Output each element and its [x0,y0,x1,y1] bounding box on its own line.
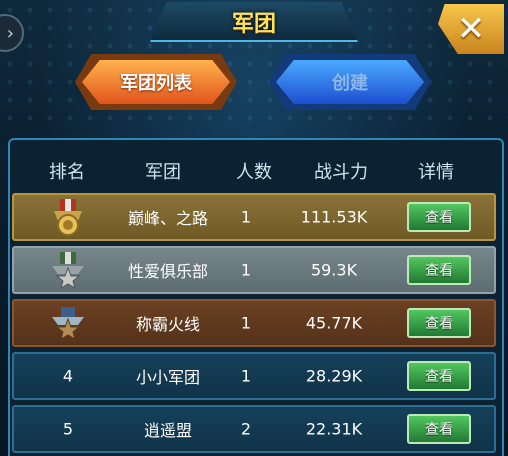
view-button[interactable]: 查看 [407,414,471,444]
page-title: 军团 [231,12,276,37]
view-button[interactable]: 查看 [407,202,471,232]
table-row: 巅峰、之路 1 111.53K 查看 [12,193,496,241]
view-button[interactable]: 查看 [407,361,471,391]
column-legion: 军团 [145,162,181,183]
view-button[interactable]: 查看 [407,308,471,338]
table-row: 5 逍遥盟 2 22.31K 查看 [12,405,496,453]
legion-name: 巅峰、之路 [127,209,209,228]
legion-name: 性爱俱乐部 [127,262,209,281]
legion-name: 小小军团 [135,368,201,387]
silver-medal-icon [52,252,84,290]
tab-legion-list[interactable]: 军团列表 [82,60,230,104]
member-count: 1 [240,260,252,280]
combat-power: 22.31K [305,419,363,439]
close-icon: ✕ [456,9,486,49]
legion-name: 逍遥盟 [143,421,193,440]
tab-create[interactable]: 创建 [276,60,424,104]
column-members: 人数 [236,162,272,183]
legion-name: 称霸火线 [135,315,201,334]
combat-power: 111.53K [300,207,368,227]
combat-power: 28.29K [305,366,363,386]
member-count: 1 [240,313,252,333]
gold-medal-icon [54,199,82,236]
chevron-right-icon: › [6,22,14,44]
column-details: 详情 [418,162,454,183]
rank-number: 4 [62,366,74,386]
column-power: 战斗力 [314,162,368,183]
table-row: 称霸火线 1 45.77K 查看 [12,299,496,347]
table-row: 性爱俱乐部 1 59.3K 查看 [12,246,496,294]
column-rank: 排名 [49,162,85,183]
table-row: 4 小小军团 1 28.29K 查看 [12,352,496,400]
member-count: 2 [240,419,252,439]
member-count: 1 [240,207,252,227]
rank-number: 5 [62,419,74,439]
bronze-medal-icon [52,307,84,341]
combat-power: 45.77K [305,313,363,333]
view-button[interactable]: 查看 [407,255,471,285]
combat-power: 59.3K [310,260,358,280]
table-header: 排名 军团 人数 战斗力 详情 [10,150,498,190]
member-count: 1 [240,366,252,386]
